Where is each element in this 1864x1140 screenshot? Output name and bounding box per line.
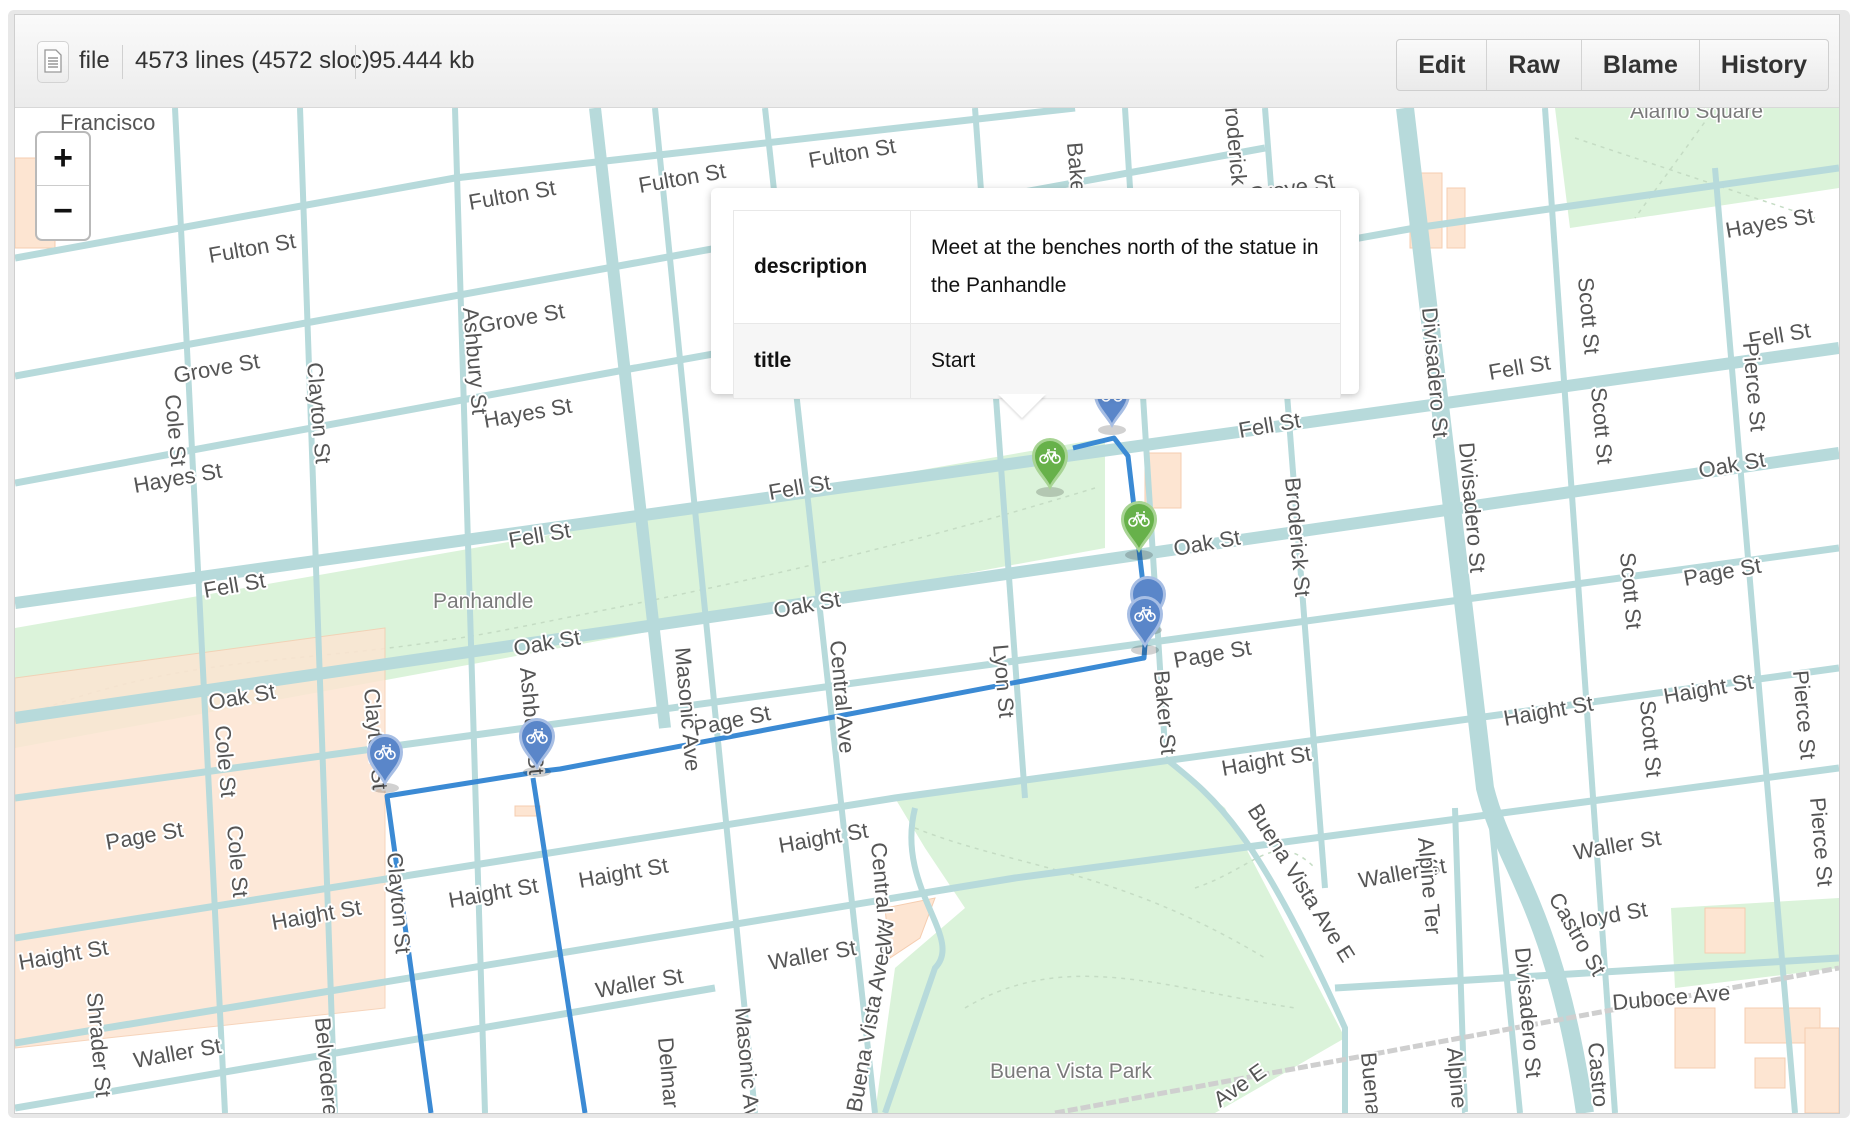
street-label: Fulton St [207, 228, 298, 268]
popup-tip [998, 394, 1046, 418]
street-label: Grove St [477, 298, 567, 338]
edit-button[interactable]: Edit [1397, 40, 1486, 90]
street-label: Haight St [777, 818, 870, 858]
property-value: Meet at the benches north of the statue … [910, 210, 1341, 324]
file-text-icon [37, 41, 69, 83]
file-header: file 4573 lines (4572 sloc) 95.444 kb Ed… [15, 15, 1839, 108]
street-label: Central Ave [825, 639, 860, 754]
street-label: Masonic Ave [730, 1006, 766, 1113]
street-label: Hayes St [482, 393, 574, 433]
street-label: Waller St [132, 1033, 223, 1073]
street-label: Belvedere [310, 1016, 344, 1113]
zoom-in-button[interactable]: + [37, 133, 89, 186]
raw-button[interactable]: Raw [1486, 40, 1580, 90]
street-label: Lyon St [988, 643, 1019, 719]
separator [122, 45, 123, 79]
street-label: Scott St [1573, 276, 1605, 355]
file-actions: Edit Raw Blame History [1396, 39, 1829, 91]
table-row: title Start [733, 323, 1341, 399]
street-label: Oak St [1172, 525, 1243, 561]
street-label: Clayton St [382, 851, 416, 954]
file-box: file 4573 lines (4572 sloc) 95.444 kb Ed… [14, 14, 1840, 1114]
street-label: Hayes St [1724, 203, 1816, 243]
street-label: Delmar St [653, 1036, 686, 1113]
street-label: Alpine Ter [1442, 1046, 1475, 1113]
street-label: Haight St [1662, 669, 1755, 709]
street-label: Pierce St [1805, 796, 1838, 887]
street-label: Alpine Ter [1413, 836, 1446, 935]
street-label: Masonic Ave [670, 646, 706, 772]
blame-button[interactable]: Blame [1580, 40, 1699, 90]
file-lines: 4573 lines (4572 sloc) [135, 47, 370, 74]
street-label: Haight St [1502, 691, 1595, 731]
street-label: Pierce St [1788, 669, 1821, 760]
street-label: Clayton St [302, 361, 336, 464]
street-label: Scott St [1586, 386, 1618, 465]
street-label: Fell St [1487, 349, 1553, 384]
file-mode: file [79, 47, 110, 74]
table-row: description Meet at the benches north of… [733, 210, 1341, 324]
street-label: Scott St [1635, 699, 1667, 778]
separator [355, 45, 356, 79]
street-label: Broderick St [1280, 476, 1315, 598]
street-label: Waller St [1572, 825, 1663, 865]
place-label: Alamo Square [1630, 108, 1763, 123]
map-view[interactable]: Francisco Fulton St Fulton St Fulton St … [15, 108, 1839, 1113]
street-label: Fulton St [467, 175, 558, 215]
history-button[interactable]: History [1698, 40, 1828, 90]
file-size: 95.444 kb [369, 47, 475, 74]
place-label: Buena Vista Park [990, 1060, 1152, 1083]
street-label: roderick [1220, 108, 1252, 187]
popup-properties-table: description Meet at the benches north of… [733, 210, 1341, 399]
marker-popup: description Meet at the benches north of… [711, 188, 1359, 418]
street-label: Haight St [447, 873, 540, 913]
property-value: Start [910, 323, 1341, 399]
property-key: description [733, 210, 911, 324]
street-label: Haight St [577, 853, 670, 893]
place-label: Panhandle [433, 590, 533, 613]
zoom-out-button[interactable]: − [37, 186, 89, 238]
street-label: Scott St [1615, 551, 1647, 630]
street-label: Buena [1356, 1051, 1387, 1113]
street-label: Waller St [767, 935, 858, 975]
property-key: title [733, 323, 911, 399]
street-label: Oak St [1697, 447, 1768, 483]
street-label: Divisadero St [1417, 306, 1453, 439]
zoom-control: + − [35, 131, 91, 241]
street-label: Baker St [1149, 669, 1181, 755]
